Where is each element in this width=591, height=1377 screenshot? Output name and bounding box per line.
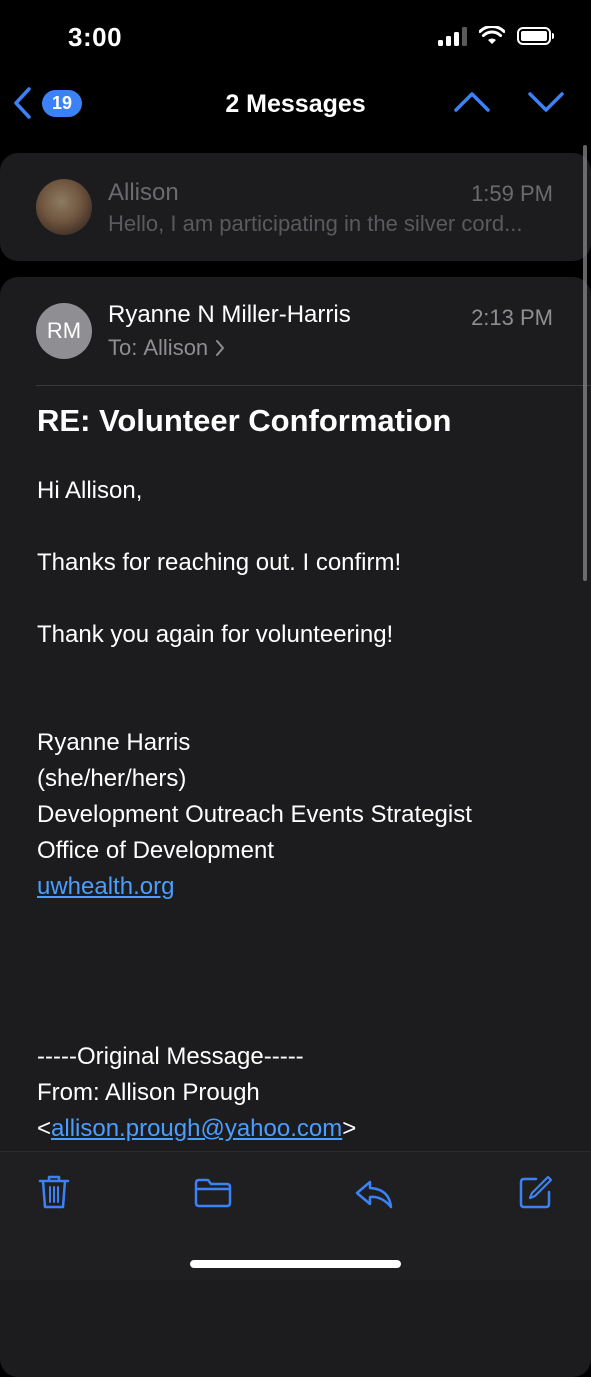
signal-icon xyxy=(438,26,467,46)
divider xyxy=(36,385,591,386)
sender-name[interactable]: Ryanne N Miller-Harris xyxy=(108,301,351,329)
avatar: RM xyxy=(36,303,92,359)
original-message-header: -----Original Message----- xyxy=(37,1043,304,1070)
reply-icon xyxy=(355,1180,393,1209)
original-from: From: Allison Prough xyxy=(37,1079,260,1106)
original-email-link[interactable]: allison.prough@yahoo.com xyxy=(51,1115,342,1142)
recipient-line[interactable]: To: Allison xyxy=(108,335,226,361)
wifi-icon xyxy=(479,26,505,44)
message-time: 2:13 PM xyxy=(471,305,553,330)
bottom-toolbar xyxy=(0,1151,591,1280)
reply-button[interactable] xyxy=(354,1178,394,1215)
status-time: 3:00 xyxy=(68,22,123,52)
home-indicator[interactable] xyxy=(190,1260,401,1268)
message-preview: Hello, I am participating in the silver … xyxy=(108,211,523,236)
avatar xyxy=(36,179,92,235)
to-label: To: xyxy=(108,335,138,360)
status-bar: 3:00 xyxy=(0,0,591,78)
signature-name: Ryanne Harris xyxy=(37,729,191,756)
compose-button[interactable] xyxy=(518,1174,554,1215)
battery-icon xyxy=(517,27,554,45)
nav-bar: 19 2 Messages xyxy=(0,78,591,134)
compose-icon xyxy=(519,1175,553,1209)
message-time: 1:59 PM xyxy=(471,181,553,206)
greeting: Hi Allison, xyxy=(37,477,143,504)
body-line: Thanks for reaching out. I confirm! xyxy=(37,549,402,576)
body-line: Thank you again for volunteering! xyxy=(37,621,394,648)
chevron-up-icon xyxy=(454,92,490,112)
nav-title: 2 Messages xyxy=(225,90,366,118)
previous-message-button[interactable] xyxy=(452,88,492,121)
signature-link[interactable]: uwhealth.org xyxy=(37,873,174,900)
collapsed-message-card[interactable]: Allison 1:59 PM Hello, I am participatin… xyxy=(0,153,591,261)
signature-title: Development Outreach Events Strategist xyxy=(37,801,472,828)
message-subject: RE: Volunteer Conformation xyxy=(37,403,452,438)
chevron-right-icon xyxy=(216,340,225,356)
move-to-folder-button[interactable] xyxy=(194,1178,232,1213)
status-icons xyxy=(438,26,554,46)
signature-pronouns: (she/her/hers) xyxy=(37,765,187,792)
recipient-name: Allison xyxy=(143,335,209,360)
scroll-indicator xyxy=(583,145,587,581)
chevron-down-icon xyxy=(528,92,564,112)
sender-name: Allison xyxy=(108,179,179,206)
signature-office: Office of Development xyxy=(37,837,275,864)
next-message-button[interactable] xyxy=(526,88,566,121)
message-body: Hi Allison, Thanks for reaching out. I c… xyxy=(37,473,557,1147)
original-email-line: <allison.prough@yahoo.com> xyxy=(37,1115,357,1142)
folder-icon xyxy=(194,1178,232,1208)
trash-icon xyxy=(38,1175,70,1209)
trash-button[interactable] xyxy=(38,1174,70,1215)
